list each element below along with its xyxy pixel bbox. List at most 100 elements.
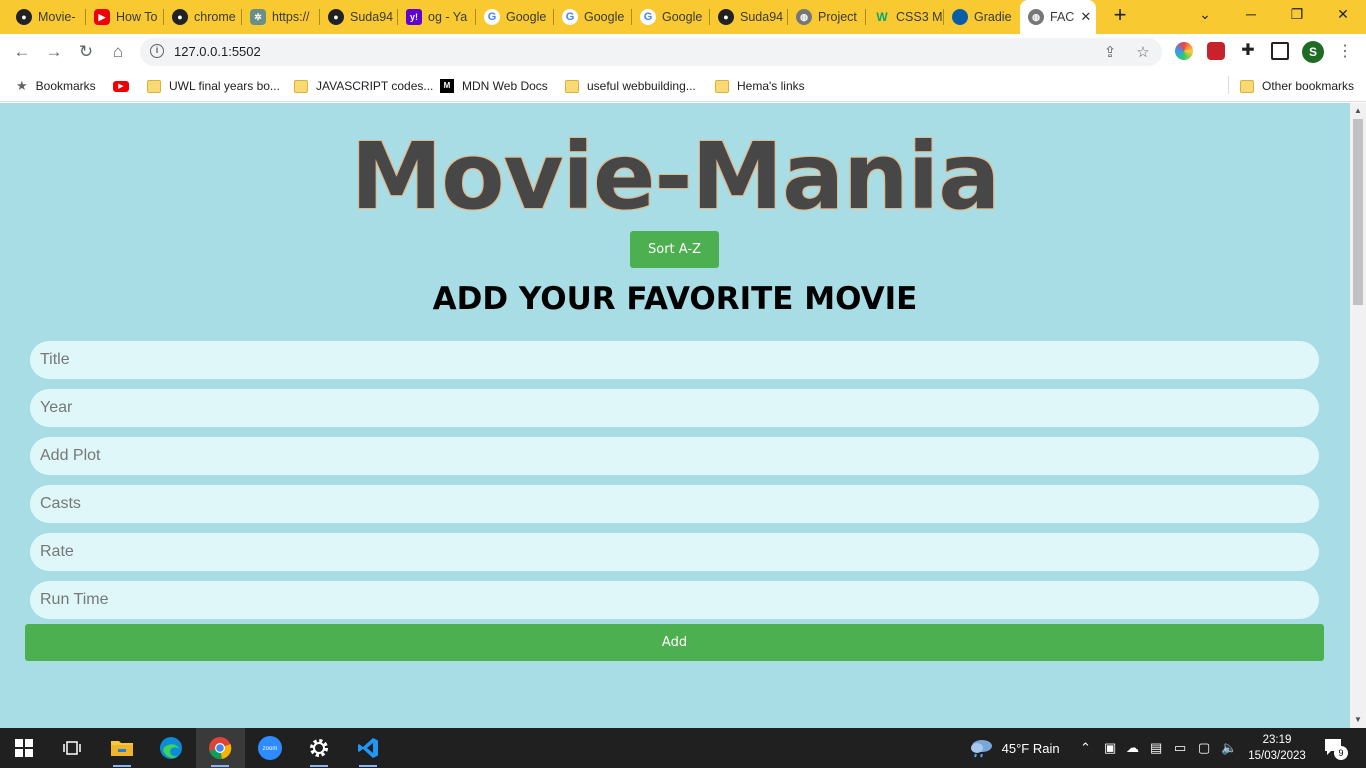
url-text[interactable]: 127.0.0.1:5502 [174,44,261,59]
browser-tab[interactable]: G Google [632,4,710,30]
rate-input[interactable] [30,533,1319,571]
browser-tab[interactable]: ◍ Project [788,4,866,30]
bookmarks-divider [1228,76,1229,94]
file-explorer-icon[interactable] [108,734,136,762]
bookmark-folder[interactable]: useful webbuilding... [565,77,696,95]
github-icon: ● [718,9,734,25]
browser-tab[interactable]: W CSS3 M [866,4,944,30]
folder-icon [147,79,161,93]
browser-tab[interactable]: ● chrome [164,4,242,30]
back-icon[interactable]: ← [11,41,33,63]
tab-label: Google [584,10,625,24]
bookmark-folder[interactable]: JAVASCRIPT codes... [294,77,433,95]
menu-kebab-icon[interactable]: ⋮ [1334,41,1356,63]
profile-avatar[interactable]: S [1302,41,1324,63]
side-panel-icon[interactable] [1271,42,1289,60]
youtube-icon: ▶ [113,80,129,92]
bookmark-mdn[interactable]: M MDN Web Docs [440,77,548,95]
scrollbar-thumb[interactable] [1353,119,1363,305]
bookmark-folder[interactable]: UWL final years bo... [147,77,280,95]
edge-icon[interactable] [157,734,185,762]
bookmark-label: Other bookmarks [1262,79,1355,93]
folder-icon [715,79,729,93]
browser-tab[interactable]: Gradie [944,4,1022,30]
browser-toolbar: ← → ↻ ⌂ i 127.0.0.1:5502 ⇪ ☆ ✚ S ⋮ [0,34,1366,70]
browser-tab[interactable]: ● Suda94 [320,4,398,30]
tab-label: Gradie [974,10,1012,24]
close-tab-icon[interactable]: ✕ [1080,9,1091,25]
show-hidden-icons-chevron-icon[interactable]: ⌃ [1080,740,1091,756]
add-movie-button[interactable]: Add [25,624,1324,661]
forward-icon[interactable]: → [43,41,65,63]
browser-tab[interactable]: y! og - Ya [398,4,476,30]
settings-running-indicator [310,765,328,767]
address-bar[interactable]: i 127.0.0.1:5502 ⇪ ☆ [140,38,1162,66]
github-icon: ● [16,9,32,25]
weather-widget[interactable]: 45°F Rain [968,737,1060,759]
task-view-icon[interactable] [58,734,86,762]
browser-tab-active[interactable]: ◍ FAC ✕ [1020,0,1096,34]
browser-tab[interactable]: ✲ https:// [242,4,320,30]
globe-icon: ◍ [796,9,812,25]
casts-input[interactable] [30,485,1319,523]
clock-time: 23:19 [1262,734,1292,746]
browser-tab-strip: ● Movie- ▶ How To ● chrome ✲ https:// ● … [0,0,1366,34]
folder-icon [1240,79,1254,93]
chrome-running-indicator [211,765,229,767]
sort-az-button[interactable]: Sort A-Z [630,231,719,268]
site-info-icon[interactable]: i [150,44,164,58]
system-clock[interactable]: 23:19 15/03/2023 [1246,732,1308,764]
globe-icon: ◍ [1028,9,1044,25]
meet-now-icon[interactable]: ▣ [1104,740,1116,756]
vscode-running-indicator [359,765,377,767]
mdn-icon: M [440,79,454,93]
tab-label: Google [662,10,703,24]
scroll-up-icon[interactable]: ▲ [1354,106,1362,115]
settings-gear-icon[interactable] [305,734,333,762]
plot-input[interactable] [30,437,1319,475]
browser-tab[interactable]: G Google [476,4,554,30]
yahoo-icon: y! [406,9,422,25]
notifications-icon[interactable]: 9 [1324,738,1348,760]
runtime-input[interactable] [30,581,1319,619]
restore-button[interactable]: ❐ [1286,6,1308,26]
media-extension-icon[interactable] [1207,42,1225,60]
bookmark-folder[interactable]: Hema's links [715,77,805,95]
clock-date: 15/03/2023 [1248,750,1306,762]
google-icon: G [562,9,578,25]
home-icon[interactable]: ⌂ [107,41,129,63]
new-tab-button[interactable]: + [1108,4,1132,28]
title-input[interactable] [30,341,1319,379]
other-bookmarks[interactable]: Other bookmarks [1240,77,1354,95]
minimize-button[interactable]: ─ [1240,6,1262,26]
browser-tab[interactable]: ● Movie- [8,4,86,30]
page-scrollbar[interactable]: ▲ ▼ [1350,103,1366,728]
page-content: Movie-Mania Sort A-Z ADD YOUR FAVORITE M… [0,103,1350,728]
chrome-icon[interactable] [206,734,234,762]
color-picker-extension-icon[interactable] [1175,42,1193,60]
share-icon[interactable]: ⇪ [1100,43,1120,61]
bookmarks-manager[interactable]: ★ Bookmarks [16,77,96,95]
scroll-down-icon[interactable]: ▼ [1354,715,1362,724]
bookmark-star-icon[interactable]: ☆ [1133,43,1153,61]
year-input[interactable] [30,389,1319,427]
vscode-icon[interactable] [354,734,382,762]
browser-tab[interactable]: ▶ How To [86,4,164,30]
notification-count: 9 [1334,746,1348,760]
volume-icon[interactable]: 🔈 [1221,740,1237,756]
reload-icon[interactable]: ↻ [75,41,97,63]
chatgpt-icon: ✲ [250,9,266,25]
close-window-button[interactable]: ✕ [1332,6,1354,26]
zoom-icon[interactable]: zoom [256,734,284,762]
bookmark-youtube[interactable]: ▶ [113,77,129,95]
windows-start-icon[interactable] [10,734,38,762]
network-icon[interactable]: ▢ [1198,740,1210,756]
security-icon[interactable]: ▤ [1150,740,1162,756]
onedrive-cloud-icon[interactable]: ☁ [1126,740,1139,756]
tab-label: https:// [272,10,310,24]
browser-tab[interactable]: G Google [554,4,632,30]
extensions-puzzle-icon[interactable]: ✚ [1239,42,1257,60]
battery-icon[interactable]: ▭ [1174,740,1186,756]
browser-tab[interactable]: ● Suda94 [710,4,788,30]
tab-search-chevron-icon[interactable]: ⌄ [1194,6,1216,26]
